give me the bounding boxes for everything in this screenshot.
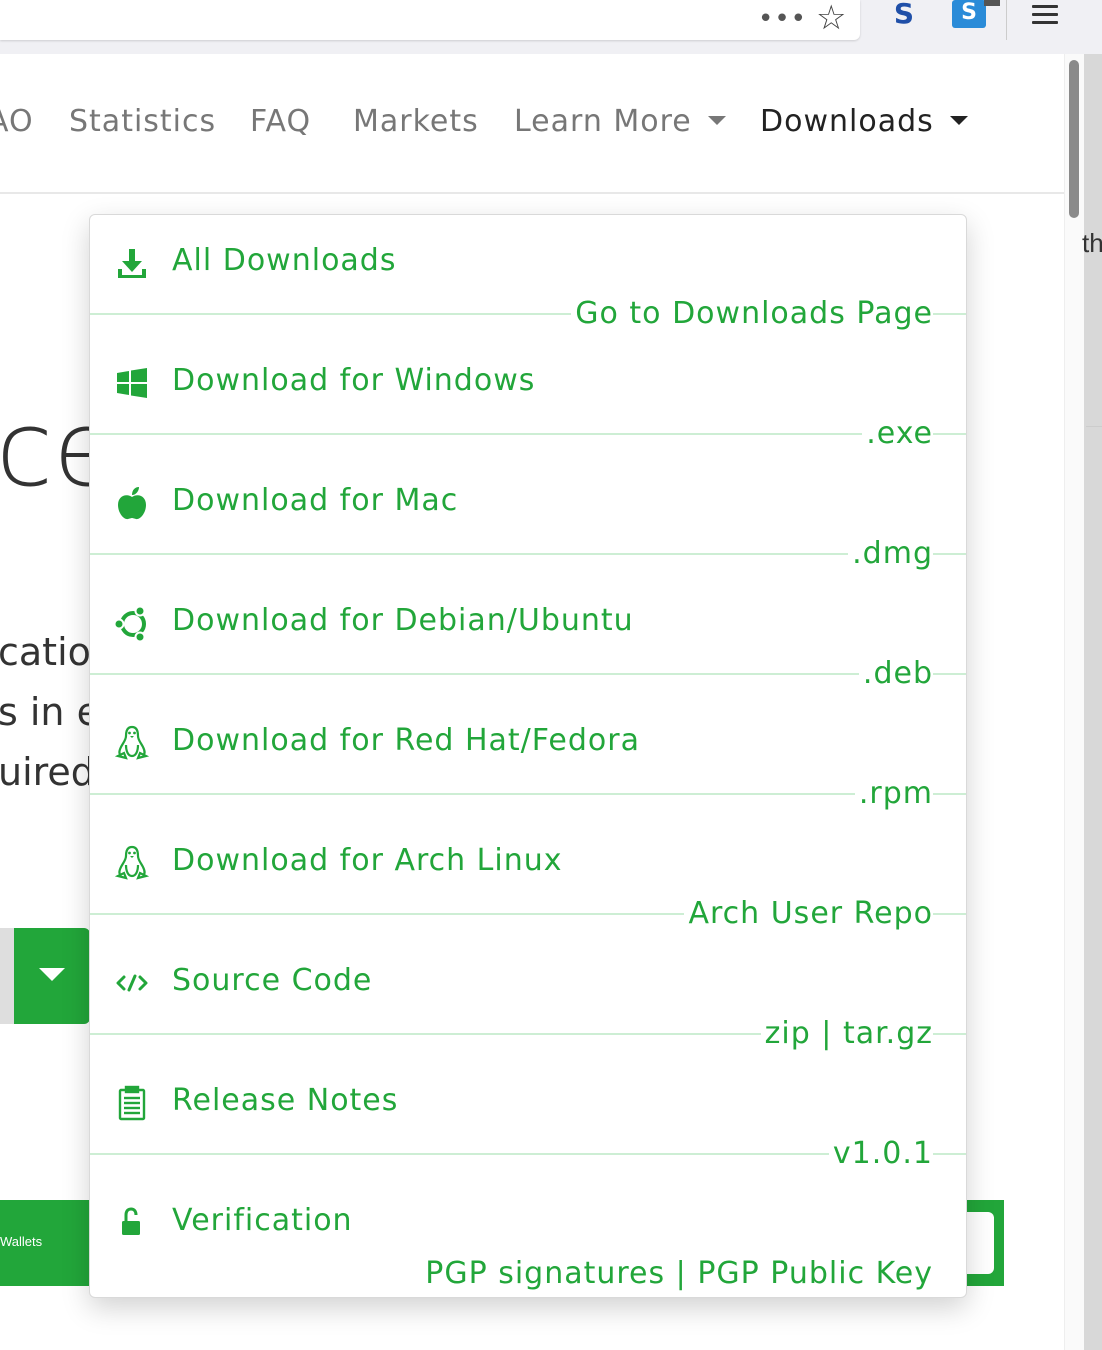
linux-tux-icon: [114, 845, 150, 880]
extension-badge: [984, 0, 1000, 6]
linux-tux-icon: [114, 725, 150, 760]
nav-item-dao[interactable]: AO: [0, 104, 34, 139]
dropdown-item-title: Source Code: [172, 963, 373, 998]
dropdown-item-title: Download for Debian/Ubuntu: [172, 603, 634, 638]
dropdown-divider: [90, 793, 966, 795]
dropdown-item-subtitle[interactable]: Go to Downloads Page: [571, 291, 933, 337]
dropdown-item-subtitle[interactable]: Arch User Repo: [684, 891, 933, 937]
dropdown-item-title: Download for Mac: [172, 483, 459, 518]
nav-item-markets[interactable]: Markets: [353, 104, 479, 139]
dropdown-item-subtitle[interactable]: .deb: [858, 651, 933, 697]
dropdown-item-subtitle[interactable]: PGP signatures | PGP Public Key: [421, 1251, 933, 1297]
dropdown-divider: [90, 433, 966, 435]
nav-item-learn-more[interactable]: Learn More: [514, 104, 726, 139]
dropdown-item-title: Verification: [172, 1203, 353, 1238]
dropdown-item-debian-ubuntu[interactable]: Download for Debian/Ubuntu .deb: [90, 575, 966, 697]
bookmark-star-icon[interactable]: ☆: [816, 0, 846, 38]
windows-icon: [117, 368, 147, 398]
dropdown-item-windows[interactable]: Download for Windows .exe: [90, 335, 966, 457]
unlock-icon: [122, 1207, 140, 1235]
nav-item-statistics[interactable]: Statistics: [69, 104, 216, 139]
chevron-down-icon: [949, 116, 968, 125]
dropdown-divider: [90, 673, 966, 675]
nav-item-faq[interactable]: FAQ: [250, 104, 311, 139]
dropdown-item-title: Download for Windows: [172, 363, 536, 398]
dropdown-item-redhat-fedora[interactable]: Download for Red Hat/Fedora .rpm: [90, 695, 966, 817]
dropdown-item-mac[interactable]: Download for Mac .dmg: [90, 455, 966, 577]
extension-s-badge-icon[interactable]: S: [952, 0, 1000, 28]
toolbar-divider: [1006, 0, 1007, 40]
dropdown-item-subtitle[interactable]: .dmg: [848, 531, 933, 577]
caret-down-icon: [39, 968, 65, 981]
dropdown-item-arch-linux[interactable]: Download for Arch Linux Arch User Repo: [90, 815, 966, 937]
download-icon: [118, 249, 146, 278]
nav-downloads-label: Downloads: [760, 104, 934, 139]
site-navbar: AO Statistics FAQ Markets Learn More Dow…: [0, 54, 1064, 194]
apple-icon: [118, 487, 146, 520]
dropdown-item-subtitle[interactable]: v1.0.1: [828, 1131, 933, 1177]
dropdown-item-title: Download for Red Hat/Fedora: [172, 723, 640, 758]
dropdown-item-title: All Downloads: [172, 243, 397, 278]
side-window-text: th: [1082, 228, 1102, 258]
side-window-divider: [1086, 426, 1102, 427]
scrollbar-thumb[interactable]: [1069, 60, 1079, 218]
wallets-label[interactable]: Wallets: [0, 1234, 42, 1249]
url-bar[interactable]: [0, 0, 860, 40]
body-text-fragment-2: s in e: [0, 690, 100, 734]
chevron-down-icon: [707, 116, 726, 125]
split-button-main[interactable]: [0, 928, 14, 1024]
code-icon: [116, 974, 148, 992]
hamburger-menu-icon[interactable]: [1032, 0, 1058, 29]
dropdown-item-subtitle[interactable]: zip | tar.gz: [760, 1011, 933, 1057]
dropdown-item-all-downloads[interactable]: All Downloads Go to Downloads Page: [90, 215, 966, 337]
clipboard-icon: [118, 1085, 146, 1121]
extension-s-badge-label: S: [961, 0, 977, 25]
more-actions-icon[interactable]: •••: [758, 4, 807, 34]
body-text-fragment-3: uired: [0, 750, 95, 794]
dropdown-item-title: Download for Arch Linux: [172, 843, 563, 878]
dropdown-item-subtitle[interactable]: .exe: [862, 411, 933, 457]
dropdown-item-subtitle[interactable]: .rpm: [854, 771, 933, 817]
extension-s-icon[interactable]: S: [890, 0, 918, 30]
nav-item-downloads[interactable]: Downloads: [760, 104, 968, 139]
downloads-dropdown-menu: All Downloads Go to Downloads Page Downl…: [89, 214, 967, 1298]
dropdown-divider: [90, 553, 966, 555]
dropdown-item-source-code[interactable]: Source Code zip | tar.gz: [90, 935, 966, 1057]
ubuntu-icon: [114, 605, 146, 641]
dropdown-item-title: Release Notes: [172, 1083, 399, 1118]
nav-learn-more-label: Learn More: [514, 104, 692, 139]
dropdown-item-release-notes[interactable]: Release Notes v1.0.1: [90, 1055, 966, 1177]
dropdown-item-verification[interactable]: Verification PGP signatures | PGP Public…: [90, 1175, 966, 1297]
body-text-fragment-1: catio: [0, 630, 91, 674]
